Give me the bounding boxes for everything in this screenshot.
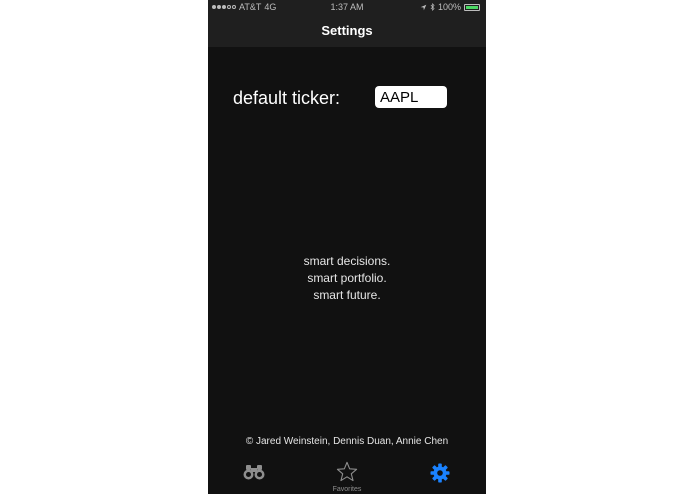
tagline-line-3: smart future. <box>313 288 381 302</box>
location-arrow-icon <box>420 4 427 10</box>
tab-explore[interactable] <box>208 455 300 494</box>
bluetooth-icon <box>430 3 435 11</box>
star-icon <box>336 461 358 482</box>
binoculars-icon <box>243 465 265 480</box>
phone-screen: AT&T 4G 1:37 AM 100% Settings default ti… <box>208 0 486 494</box>
tagline: smart decisions. smart portfolio. smart … <box>208 253 486 304</box>
credits-text: © Jared Weinstein, Dennis Duan, Annie Ch… <box>245 436 449 447</box>
tagline-line-2: smart portfolio. <box>307 271 387 285</box>
battery-icon <box>464 3 480 11</box>
tab-bar: Favorites <box>208 455 486 494</box>
battery-percent: 100% <box>437 2 461 12</box>
page-title: Settings <box>321 23 373 38</box>
tab-favorites-label: Favorites <box>332 486 362 493</box>
default-ticker-label: default ticker: <box>233 88 341 108</box>
status-right: 100% <box>420 0 480 14</box>
tagline-line-1: smart decisions. <box>303 254 391 268</box>
tab-settings[interactable] <box>394 455 486 494</box>
battery-level <box>466 5 478 9</box>
gear-icon <box>430 463 450 483</box>
tab-favorites[interactable]: Favorites <box>301 455 393 494</box>
status-bar: AT&T 4G 1:37 AM 100% <box>208 0 486 14</box>
navigation-bar: Settings <box>208 14 486 47</box>
default-ticker-input[interactable] <box>375 86 447 108</box>
